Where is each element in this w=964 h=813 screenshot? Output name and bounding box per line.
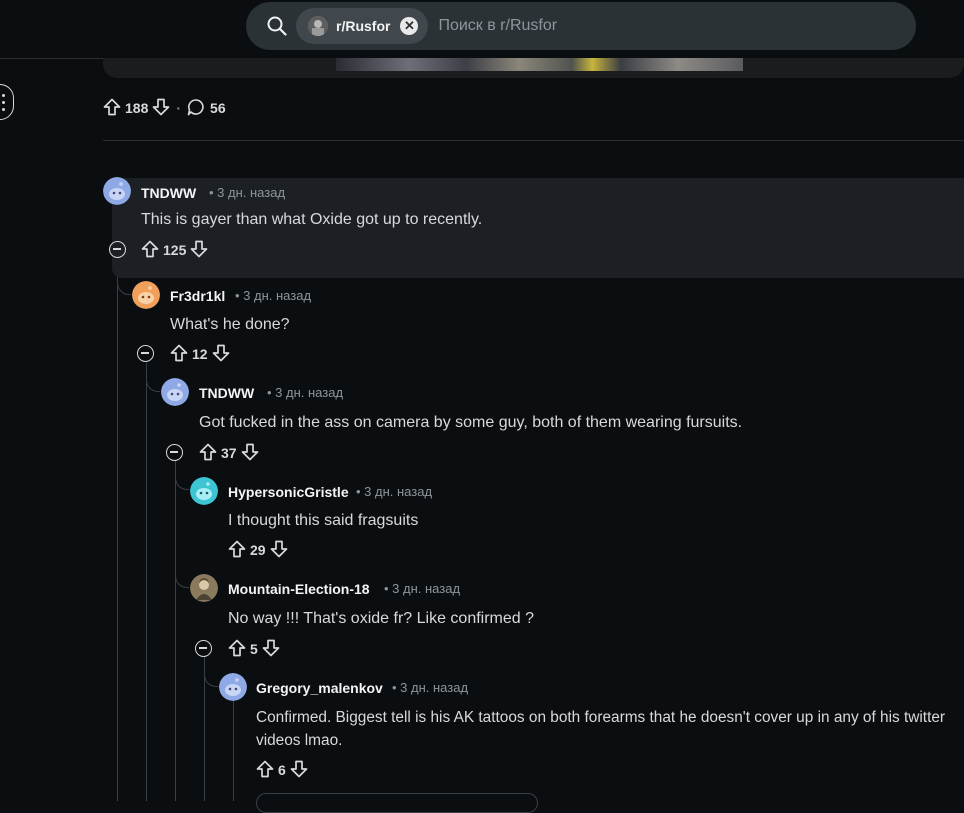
comment-actions: 29 xyxy=(228,539,288,561)
vote-count: 125 xyxy=(163,242,187,258)
top-bar: r/Rusfor ✕ Поиск в r/Rusfor xyxy=(0,0,964,58)
upvote-icon[interactable] xyxy=(228,639,246,660)
upvote-icon[interactable] xyxy=(256,760,274,781)
clear-chip-icon[interactable]: ✕ xyxy=(400,17,419,35)
comment-text: Got fucked in the ass on camera by some … xyxy=(199,414,743,431)
user-avatar[interactable] xyxy=(190,574,218,602)
upvote-icon[interactable] xyxy=(199,443,217,464)
comment-actions: 12 xyxy=(170,343,230,365)
comment-timestamp: • 3 дн. назад xyxy=(209,185,286,200)
collapse-thread-icon[interactable] xyxy=(109,241,126,258)
downvote-icon[interactable] xyxy=(290,760,308,781)
vote-count: 5 xyxy=(250,641,258,657)
vote-count: 37 xyxy=(221,445,237,461)
user-avatar[interactable] xyxy=(161,378,189,406)
post-divider xyxy=(103,140,964,141)
upvote-icon[interactable] xyxy=(141,240,159,261)
vote-count: 29 xyxy=(250,542,266,558)
vote-count: 12 xyxy=(192,346,208,362)
comment-username[interactable]: TNDWW xyxy=(141,185,196,201)
collapse-thread-icon[interactable] xyxy=(137,345,154,362)
comment-timestamp: • 3 дн. назад xyxy=(267,385,344,400)
thread-connector xyxy=(175,460,189,490)
comment-timestamp: • 3 дн. назад xyxy=(384,581,461,596)
comment-text: What's he done? xyxy=(170,316,290,333)
comment-username[interactable]: TNDWW xyxy=(199,385,254,401)
comment-actions: 125 xyxy=(141,239,208,261)
thread-connector xyxy=(204,657,218,687)
thread-connector xyxy=(146,363,160,392)
upvote-icon[interactable] xyxy=(170,344,188,365)
collapse-thread-icon[interactable] xyxy=(166,444,183,461)
search-bar[interactable]: r/Rusfor ✕ Поиск в r/Rusfor xyxy=(246,2,916,50)
downvote-icon[interactable] xyxy=(241,443,259,464)
downvote-icon[interactable] xyxy=(270,540,288,561)
comment-text: I thought this said fragsuits xyxy=(228,512,419,529)
comment-text: Confirmed. Biggest tell is his AK tattoo… xyxy=(256,709,946,749)
post-media[interactable] xyxy=(103,58,964,78)
search-icon xyxy=(266,15,288,37)
post-image xyxy=(336,58,743,71)
post-vote-count: 188 xyxy=(125,100,149,116)
downvote-icon[interactable] xyxy=(190,240,208,261)
thread-line xyxy=(175,460,176,801)
comment-actions: 5 xyxy=(228,638,280,660)
comment-text: No way !!! That's oxide fr? Like confirm… xyxy=(228,610,535,627)
user-avatar[interactable] xyxy=(190,477,218,505)
thread-line xyxy=(146,363,147,801)
snoo-avatar-cyan xyxy=(190,477,218,505)
subreddit-chip-label: r/Rusfor xyxy=(336,18,391,34)
search-placeholder[interactable]: Поиск в r/Rusfor xyxy=(438,17,557,35)
comment-timestamp: • 3 дн. назад xyxy=(356,484,433,499)
comment-timestamp: • 3 дн. назад xyxy=(235,288,312,303)
comment-icon[interactable] xyxy=(187,98,205,119)
user-avatar[interactable] xyxy=(132,281,160,309)
comment-username[interactable]: HypersonicGristle xyxy=(228,484,349,500)
reply-input[interactable] xyxy=(256,793,538,813)
upvote-icon[interactable] xyxy=(228,540,246,561)
upvote-icon[interactable] xyxy=(103,98,121,119)
comment-timestamp: • 3 дн. назад xyxy=(392,680,469,695)
post-comment-count: 56 xyxy=(210,100,226,116)
snoo-avatar-orange xyxy=(132,281,160,309)
user-avatar[interactable] xyxy=(219,673,247,701)
custom-photo-avatar xyxy=(190,574,218,602)
thread-line xyxy=(233,701,234,801)
comment-username[interactable]: Fr3dr1kl xyxy=(170,288,225,304)
subreddit-avatar xyxy=(308,16,328,36)
snoo-avatar-blue xyxy=(161,378,189,406)
vote-count: 6 xyxy=(278,762,286,778)
user-avatar[interactable] xyxy=(103,177,131,205)
comment-username[interactable]: Gregory_malenkov xyxy=(256,680,383,696)
more-options-icon[interactable] xyxy=(0,84,14,120)
subreddit-filter-chip[interactable]: r/Rusfor ✕ xyxy=(296,8,429,44)
downvote-icon[interactable] xyxy=(212,344,230,365)
comment-text: This is gayer than what Oxide got up to … xyxy=(141,211,483,228)
collapse-thread-icon[interactable] xyxy=(195,640,212,657)
comment-actions: 6 xyxy=(256,759,308,781)
separator-dot: · xyxy=(176,100,182,116)
post-actions: 188 · 56 xyxy=(103,96,226,120)
comment-username[interactable]: Mountain-Election-18 xyxy=(228,581,370,597)
thread-connector xyxy=(175,560,189,588)
snoo-avatar-blue xyxy=(103,177,131,205)
thread-line xyxy=(117,260,118,801)
downvote-icon[interactable] xyxy=(152,98,170,119)
downvote-icon[interactable] xyxy=(262,639,280,660)
comment-actions: 37 xyxy=(199,442,259,464)
snoo-avatar-blue xyxy=(219,673,247,701)
